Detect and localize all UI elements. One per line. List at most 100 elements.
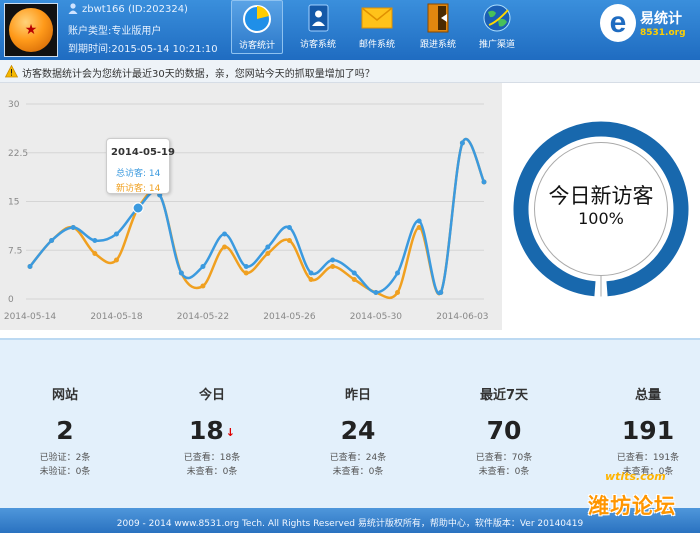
- account-type: 账户类型:专业版用户: [68, 26, 162, 37]
- notice-text: 访客数据统计会为您统计最近30天的数据，亲，您网站今天的抓取量增加了吗？: [22, 69, 375, 80]
- stat-detail-line: 未查看：0条: [186, 467, 238, 477]
- notice-bar: 访客数据统计会为您统计最近30天的数据，亲，您网站今天的抓取量增加了吗？: [0, 60, 700, 83]
- nav-label: 推广渠道: [478, 40, 515, 50]
- tooltip-total-visitors: 总访客: 14: [116, 169, 161, 179]
- warning-icon: [5, 65, 18, 78]
- series-point-1: [308, 277, 314, 282]
- series-point-1: [286, 238, 292, 243]
- y-tick-label: 15: [8, 198, 19, 208]
- y-tick-label: 7.5: [8, 246, 22, 256]
- nav-visitor-system[interactable]: 访客系统: [292, 0, 344, 54]
- stat-label: 昨日: [344, 388, 371, 403]
- series-point-0: [70, 225, 76, 230]
- stat-number: 191: [621, 416, 675, 445]
- nav-visitor-stats[interactable]: 访客统计: [231, 0, 283, 54]
- nav-label: 访客系统: [299, 40, 336, 50]
- logo-badge: e: [600, 4, 636, 42]
- forum-watermark: wtits.com 潍坊论坛: [572, 470, 700, 520]
- down-arrow-icon: ↓: [225, 426, 235, 439]
- user-name: zbwt166 (ID:202324): [68, 3, 188, 15]
- series-point-0: [308, 270, 314, 276]
- series-point-1: [351, 277, 357, 282]
- series-point-0: [27, 264, 33, 269]
- series-point-0: [243, 264, 249, 269]
- watermark-url: wtits.com: [605, 470, 666, 483]
- visitor-stats-icon: [243, 5, 271, 33]
- series-point-0: [481, 179, 487, 185]
- stat-detail-line: 未查看：0条: [332, 467, 384, 477]
- stat-detail-line: 未查看：0条: [478, 467, 530, 477]
- stat-detail-line: 已查看：191条: [616, 453, 680, 463]
- stat-yesterday[interactable]: 昨日 24 已查看：24条 未查看：0条: [288, 340, 428, 510]
- series-point-0: [92, 238, 98, 243]
- series-point-0: [286, 225, 292, 230]
- series-point-1: [330, 264, 336, 269]
- nav-label: 邮件系统: [358, 40, 395, 50]
- series-point-1: [92, 251, 98, 256]
- stat-label: 今日: [198, 388, 225, 403]
- series-point-0: [416, 218, 422, 224]
- user-icon: [68, 3, 78, 14]
- stat-number: 24: [340, 416, 376, 445]
- stat-detail-line: 已验证：2条: [39, 453, 91, 463]
- nav-mail-system[interactable]: 邮件系统: [351, 0, 403, 54]
- visitor-system-icon: [308, 4, 329, 32]
- series-point-0: [438, 290, 444, 295]
- y-tick-label: 0: [8, 295, 14, 305]
- tooltip-new-visitors: 新访客: 14: [116, 184, 161, 194]
- dragon-ball-image: ★: [9, 8, 53, 52]
- series-point-0: [178, 270, 184, 276]
- brand-logo[interactable]: e 易统计 8531.org: [600, 4, 696, 48]
- x-tick-label: 2014-05-22: [177, 312, 229, 322]
- series-point-1: [200, 283, 206, 289]
- x-tick-label: 2014-05-14: [4, 312, 57, 322]
- series-point-1: [395, 290, 401, 295]
- stat-number: 70: [486, 416, 522, 445]
- series-point-0: [49, 238, 55, 243]
- watermark-name: 潍坊论坛: [588, 494, 676, 518]
- follow-up-icon: [427, 3, 449, 33]
- donut-title: 今日新访客: [548, 184, 654, 208]
- nav-promotion-channel[interactable]: 推广渠道: [471, 0, 523, 54]
- logo-letter: e: [609, 6, 627, 39]
- series-point-0: [132, 202, 144, 214]
- stat-today[interactable]: 今日 18 ↓ 已查看：18条 未查看：0条: [142, 340, 282, 510]
- expire-time: 到期时间:2015-05-14 10:21:10: [68, 44, 218, 55]
- series-point-1: [265, 251, 271, 256]
- nav-label: 跟进系统: [419, 40, 456, 50]
- tooltip-date: 2014-05-19: [111, 147, 175, 158]
- x-tick-label: 2014-06-03: [436, 312, 488, 322]
- stat-label: 网站: [51, 388, 78, 403]
- stat-label: 总量: [634, 388, 661, 403]
- visitor-trend-chart[interactable]: 0 7.5 15 22.5 30 2014-05-14 2014-05-18 2014-05-…: [0, 83, 502, 330]
- new-visitor-donut-panel: 今日新访客 100%: [502, 83, 700, 330]
- mail-icon: [361, 7, 393, 29]
- nav-label: 访客统计: [238, 41, 275, 51]
- series-point-0: [222, 231, 228, 237]
- stat-last-7-days[interactable]: 最近7天 70 已查看：70条 未查看：0条: [434, 340, 574, 510]
- series-point-1: [243, 270, 249, 276]
- stat-detail-line: 未验证：0条: [39, 467, 91, 477]
- x-tick-label: 2014-05-30: [350, 312, 403, 322]
- stat-value: 2: [0, 416, 135, 445]
- chart-svg: 0 7.5 15 22.5 30 2014-05-14 2014-05-18 2014-05-…: [4, 100, 489, 322]
- x-tick-label: 2014-05-18: [90, 312, 143, 322]
- logo-text: 易统计: [640, 11, 682, 27]
- stat-value: 24: [288, 416, 428, 445]
- y-tick-label: 22.5: [8, 149, 28, 159]
- nav-follow-up-system[interactable]: 跟进系统: [412, 0, 464, 54]
- stat-detail-line: 已查看：70条: [475, 453, 533, 463]
- stat-detail-line: 已查看：24条: [329, 453, 387, 463]
- chart-tooltip: 2014-05-19 总访客: 14 新访客: 14: [106, 138, 175, 194]
- stat-value: 70: [434, 416, 574, 445]
- series-point-1: [113, 257, 119, 263]
- avatar[interactable]: ★: [4, 3, 58, 57]
- y-tick-label: 30: [8, 100, 20, 110]
- series-point-0: [351, 270, 357, 276]
- donut-percent: 100%: [578, 209, 624, 228]
- stat-value: 18 ↓: [142, 416, 282, 445]
- stat-sites[interactable]: 网站 2 已验证：2条 未验证：0条: [0, 340, 135, 510]
- stat-number: 18: [188, 416, 224, 445]
- stat-number: 2: [56, 416, 74, 445]
- series-line-0: [29, 138, 486, 296]
